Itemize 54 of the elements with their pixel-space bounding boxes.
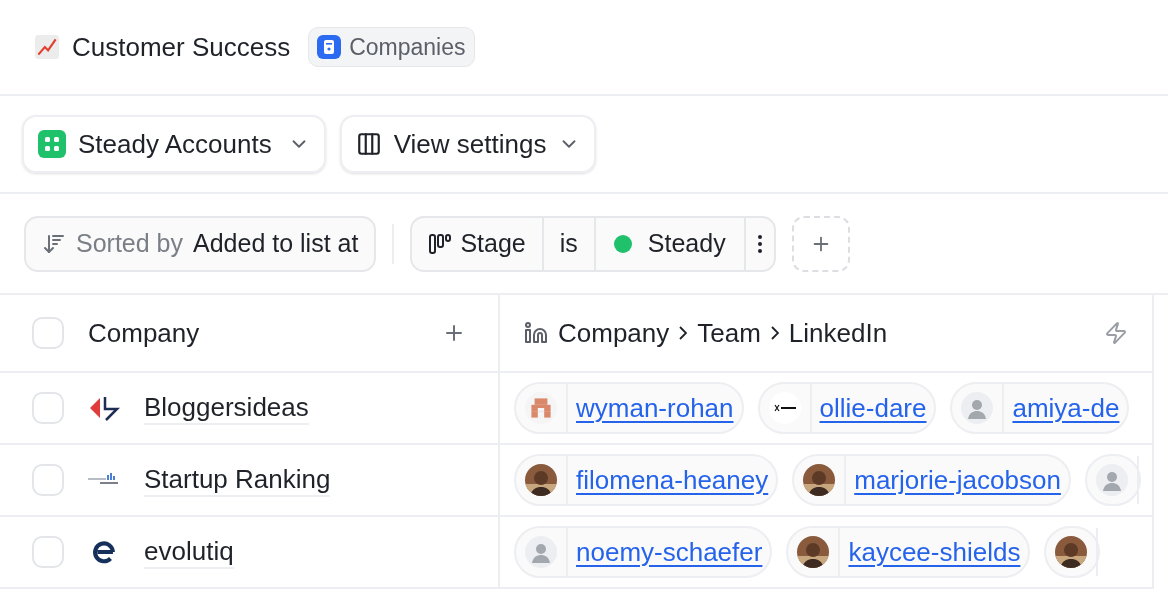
column-header: Company [88,316,201,350]
profile-link[interactable]: amiya-de [1004,388,1128,428]
view-selector[interactable]: Steady Accounts [22,115,326,173]
sort-label: Sorted by [76,227,183,259]
more-icon [757,234,762,253]
filter-attribute: Stage [460,227,526,259]
page-title: Customer Success [72,30,291,64]
add-filter-button[interactable] [791,215,850,272]
company-name[interactable]: evolutiq [144,535,234,569]
user-avatar-icon [1095,464,1128,496]
column-header: LinkedIn [788,316,888,350]
chart-icon [34,34,60,60]
grid-icon [38,130,66,158]
view-settings-button[interactable]: View settings [339,115,597,173]
person-chip[interactable]: noemy-schaefer [514,526,773,578]
logo-avatar-icon [768,392,801,424]
row-checkbox[interactable] [32,464,64,496]
filter-value: Steady [647,227,726,259]
filter-chip[interactable]: Stage is Steady [410,215,776,272]
column-header: Team [697,316,761,350]
person-chip[interactable]: kaycee-shields [786,526,1031,578]
user-avatar-icon [525,536,557,568]
person-chip[interactable]: marjorie-jacobson [792,454,1071,506]
row-checkbox[interactable] [32,536,64,568]
profile-link[interactable]: marjorie-jacobson [846,460,1069,500]
stage-icon [428,231,453,256]
company-logo-icon [91,539,117,565]
document-icon [317,35,342,59]
select-all-checkbox[interactable] [32,317,64,349]
sort-button[interactable]: Sorted by Added to list at [24,215,377,272]
person-chip[interactable] [1044,526,1101,578]
person-chip[interactable]: amiya-de [950,382,1130,434]
identicon-avatar-icon [525,392,557,424]
chevron-right-icon [770,326,779,340]
object-badge[interactable]: Companies [308,27,475,67]
profile-link[interactable]: wyman-rohan [568,388,742,428]
profile-link[interactable]: noemy-schaefer [568,532,771,572]
profile-link[interactable]: filomena-heaney [568,460,777,500]
chevron-right-icon [679,326,688,340]
user-avatar-icon [961,392,994,424]
company-name[interactable]: Startup Ranking [144,463,331,497]
sort-value: Added to list at [193,227,359,259]
column-header: Company [558,316,670,350]
company-name[interactable]: Bloggersideas [144,391,309,425]
row-checkbox[interactable] [32,392,64,424]
profile-link[interactable]: kaycee-shields [840,532,1029,572]
filter-operator: is [543,217,596,270]
person-chip[interactable]: wyman-rohan [514,382,744,434]
person-chip[interactable]: ollie-dare [757,382,937,434]
person-chip[interactable]: filomena-heaney [514,454,779,506]
profile-link[interactable]: ollie-dare [811,388,935,428]
linkedin-icon [524,321,548,345]
columns-icon [355,131,382,157]
lightning-icon[interactable] [1104,321,1128,345]
